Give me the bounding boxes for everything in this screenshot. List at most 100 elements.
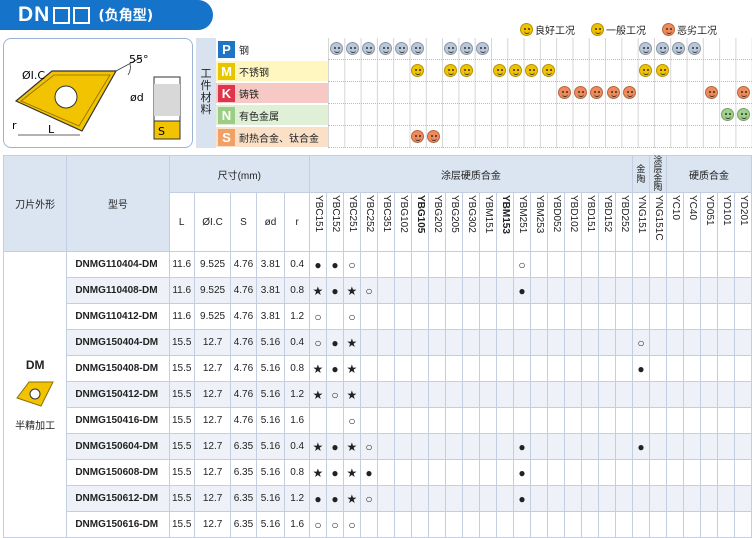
face-gray-icon bbox=[411, 42, 425, 55]
grade-label: YD101 bbox=[720, 195, 732, 226]
grade-mark bbox=[325, 407, 344, 434]
grade-mark bbox=[699, 303, 718, 330]
placeholder-box bbox=[53, 6, 71, 24]
dim-cell: 3.81 bbox=[255, 303, 286, 330]
grade-mark bbox=[665, 355, 684, 382]
grade-label: YBC151 bbox=[312, 195, 324, 233]
legend-neutral: 一般工况 bbox=[591, 22, 646, 37]
grade-mark bbox=[563, 329, 582, 356]
grade-mark bbox=[716, 355, 735, 382]
grade-label: YC10 bbox=[669, 195, 681, 221]
table-row: DNMG150408-DM 15.5 12.7 4.76 5.16 0.8 ★ ● ★ ● bbox=[4, 355, 752, 382]
grade-mark bbox=[478, 407, 497, 434]
grade-mark bbox=[325, 303, 344, 330]
grade-mark bbox=[427, 485, 446, 512]
grade-mark bbox=[648, 433, 667, 460]
grade-label: YBG102 bbox=[397, 195, 409, 233]
legend-bad: 恶劣工况 bbox=[662, 22, 717, 37]
grade-mark bbox=[614, 329, 633, 356]
grade-mark: ★ bbox=[342, 277, 361, 304]
grade-mark bbox=[376, 511, 395, 538]
grade-mark bbox=[699, 277, 718, 304]
grade-mark bbox=[597, 303, 616, 330]
grade-mark bbox=[512, 355, 531, 382]
material-row-m: M 不锈钢 bbox=[216, 60, 752, 82]
dim-cell: 1.2 bbox=[284, 485, 310, 512]
grade-mark: ○ bbox=[308, 303, 327, 330]
grade-mark bbox=[733, 407, 752, 434]
face-gray-icon bbox=[345, 42, 359, 55]
grade-mark bbox=[648, 303, 667, 330]
face-gray-icon bbox=[362, 42, 376, 55]
dim-header: L bbox=[168, 192, 195, 252]
dim-cell: 9.525 bbox=[193, 277, 232, 304]
grade-mark: ★ bbox=[342, 485, 361, 512]
grade-mark bbox=[529, 303, 548, 330]
face-bad-icon bbox=[411, 130, 425, 143]
model-cell: DNMG150416-DM bbox=[66, 407, 170, 434]
model-cell: DNMG110404-DM bbox=[66, 251, 170, 278]
grade-header: YBD252 bbox=[614, 192, 633, 252]
grade-mark bbox=[427, 329, 446, 356]
grade-mark: ○ bbox=[325, 511, 344, 538]
dim-cell: 4.76 bbox=[230, 303, 257, 330]
face-gray-icon bbox=[329, 42, 343, 55]
grade-header: YBM251 bbox=[512, 192, 531, 252]
grade-label: YD201 bbox=[737, 195, 749, 226]
dim-header: S bbox=[230, 192, 257, 252]
material-label: P钢 bbox=[216, 39, 328, 59]
grade-mark bbox=[563, 459, 582, 486]
grade-header: YBM253 bbox=[529, 192, 548, 252]
dim-cell: 4.76 bbox=[230, 381, 257, 408]
grade-mark bbox=[648, 251, 667, 278]
grade-mark bbox=[648, 329, 667, 356]
header-dimensions: 尺寸(mm) bbox=[168, 155, 310, 193]
grade-mark bbox=[427, 251, 446, 278]
grade-mark bbox=[563, 407, 582, 434]
material-suitability-grid bbox=[328, 126, 752, 148]
grade-mark bbox=[580, 485, 599, 512]
grade-mark: ● bbox=[325, 459, 344, 486]
dim-cell: 9.525 bbox=[193, 251, 232, 278]
table-row: DNMG150612-DM 15.5 12.7 6.35 5.16 1.2 ● ● ★ ○ ● bbox=[4, 485, 752, 512]
grade-mark: ● bbox=[512, 485, 531, 512]
dim-cell: 1.6 bbox=[284, 511, 310, 538]
grade-mark bbox=[495, 381, 514, 408]
grade-mark: ● bbox=[631, 355, 650, 382]
dim-cell: 12.7 bbox=[193, 511, 232, 538]
grade-mark bbox=[597, 433, 616, 460]
dim-cell: 15.5 bbox=[168, 355, 195, 382]
grade-mark bbox=[529, 381, 548, 408]
header-coated-cermet: 涂层金陶 bbox=[648, 155, 667, 193]
dim-cell: 12.7 bbox=[193, 407, 232, 434]
model-cell: DNMG150408-DM bbox=[66, 355, 170, 382]
grade-mark bbox=[699, 355, 718, 382]
face-bad-icon bbox=[427, 130, 441, 143]
grade-mark bbox=[529, 485, 548, 512]
grade-mark: ○ bbox=[342, 251, 361, 278]
grade-mark bbox=[410, 511, 429, 538]
grade-mark bbox=[410, 381, 429, 408]
grade-mark bbox=[648, 407, 667, 434]
dim-cell: 12.7 bbox=[193, 329, 232, 356]
grade-mark bbox=[631, 251, 650, 278]
placeholder-box bbox=[73, 6, 91, 24]
grade-mark bbox=[495, 355, 514, 382]
grade-mark bbox=[597, 485, 616, 512]
grade-mark bbox=[393, 303, 412, 330]
grade-header: YNG151C bbox=[648, 192, 667, 252]
grade-mark bbox=[682, 511, 701, 538]
grade-mark bbox=[648, 355, 667, 382]
grade-mark bbox=[546, 355, 565, 382]
dim-cell: 6.35 bbox=[230, 459, 257, 486]
grade-mark bbox=[359, 381, 378, 408]
grade-header: YBG105 bbox=[410, 192, 429, 252]
material-letter: P bbox=[218, 40, 235, 58]
legend-good: 良好工况 bbox=[520, 22, 575, 37]
grade-mark: ○ bbox=[359, 433, 378, 460]
grade-mark bbox=[478, 329, 497, 356]
grade-label: YBD102 bbox=[567, 195, 579, 233]
header-subtitle: (负角型) bbox=[98, 8, 154, 24]
grade-mark bbox=[461, 303, 480, 330]
grade-mark: ★ bbox=[308, 459, 327, 486]
